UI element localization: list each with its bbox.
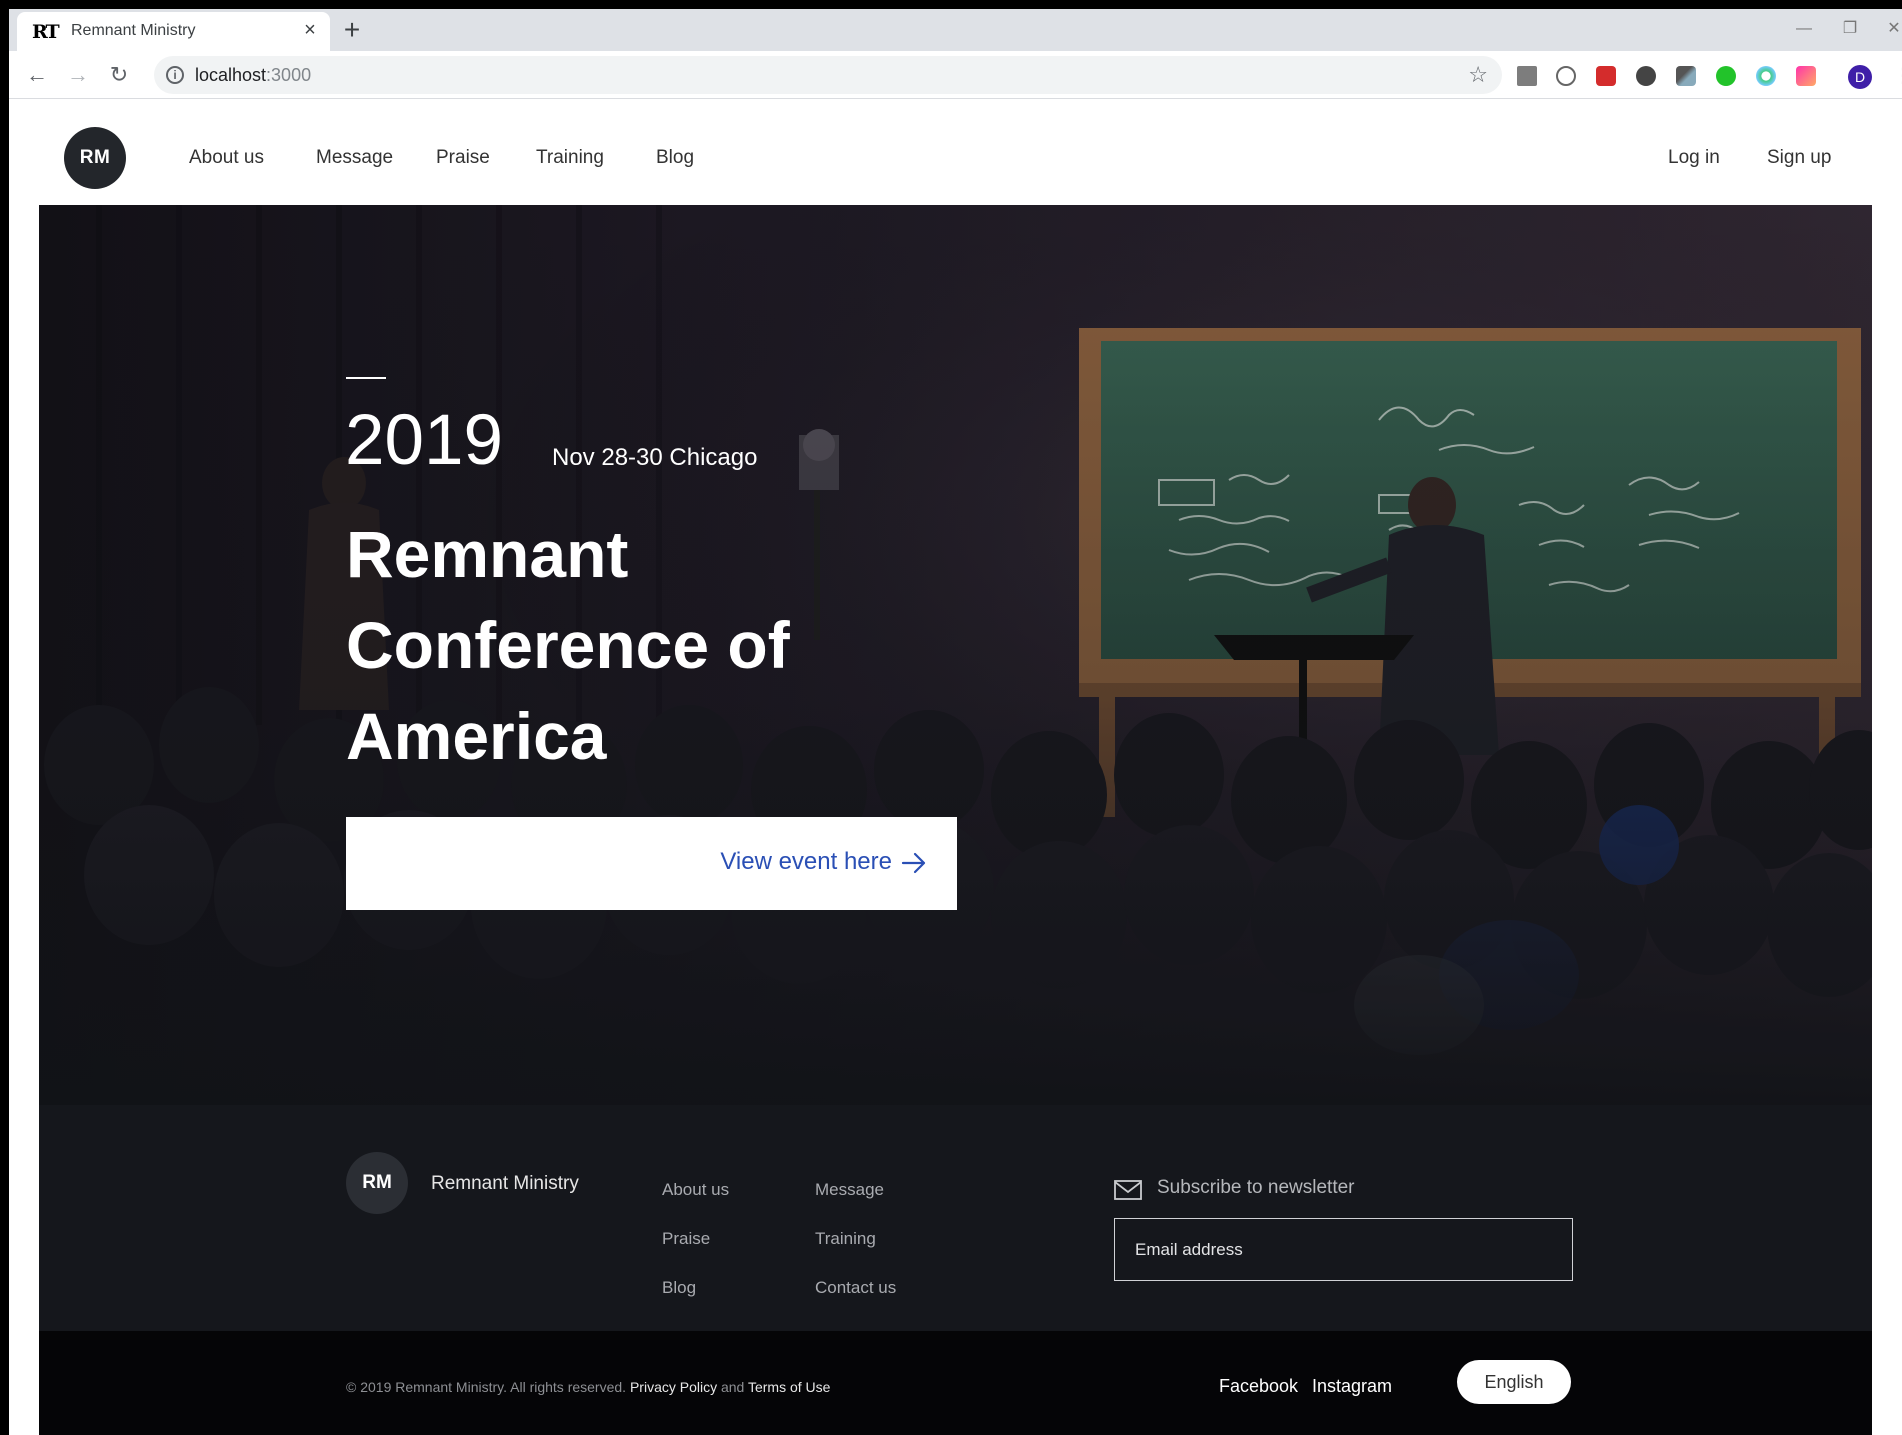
extension-green-icon[interactable] bbox=[1716, 66, 1736, 86]
back-icon[interactable]: ← bbox=[23, 61, 51, 89]
newsletter-title: Subscribe to newsletter bbox=[1157, 1177, 1355, 1198]
signup-link[interactable]: Sign up bbox=[1767, 147, 1831, 169]
terms-of-use-link[interactable]: Terms of Use bbox=[748, 1379, 830, 1395]
profile-avatar[interactable]: D bbox=[1848, 65, 1872, 89]
footer-link-praise[interactable]: Praise bbox=[662, 1229, 710, 1249]
browser-tab[interactable]: RT Remnant Ministry × bbox=[17, 12, 330, 51]
url-port: :3000 bbox=[266, 65, 312, 85]
nav-about-us[interactable]: About us bbox=[189, 147, 264, 169]
nav-blog[interactable]: Blog bbox=[656, 147, 694, 169]
extension-circle-icon[interactable] bbox=[1636, 66, 1656, 86]
extension-ring-icon[interactable] bbox=[1756, 66, 1776, 86]
footer-link-about-us[interactable]: About us bbox=[662, 1180, 729, 1200]
footer-link-blog[interactable]: Blog bbox=[662, 1278, 696, 1298]
hero-date-location: Nov 28-30 Chicago bbox=[552, 444, 758, 471]
nav-training[interactable]: Training bbox=[536, 147, 604, 169]
newsletter-email-input[interactable] bbox=[1114, 1218, 1573, 1281]
footer-logo[interactable]: RM bbox=[346, 1152, 408, 1214]
tab-bar: RT Remnant Ministry × + — ❐ ✕ bbox=[9, 9, 1902, 51]
nav-praise[interactable]: Praise bbox=[436, 147, 490, 169]
forward-icon[interactable]: → bbox=[64, 61, 92, 89]
close-tab-icon[interactable]: × bbox=[300, 20, 320, 40]
restore-icon[interactable]: ❐ bbox=[1838, 17, 1862, 41]
hero-title: Remnant Conference of America bbox=[346, 517, 790, 773]
mail-icon bbox=[1114, 1180, 1142, 1200]
site-favicon-icon: RT bbox=[32, 21, 60, 43]
browser-toolbar: ← → ↻ i localhost:3000 ☆ D ⋮ bbox=[9, 51, 1902, 99]
tab-title: Remnant Ministry bbox=[71, 22, 196, 39]
view-event-button[interactable]: View event here bbox=[346, 817, 957, 910]
extension-red-icon[interactable] bbox=[1596, 66, 1616, 86]
bookmark-star-icon[interactable]: ☆ bbox=[1468, 62, 1488, 88]
hero-accent-line bbox=[346, 377, 386, 379]
hero-section: 2019 Nov 28-30 Chicago Remnant Conferenc… bbox=[39, 205, 1872, 1105]
extension-gradient-icon[interactable] bbox=[1796, 66, 1816, 86]
footer-link-training[interactable]: Training bbox=[815, 1229, 876, 1249]
reload-icon[interactable]: ↻ bbox=[105, 61, 133, 89]
new-tab-button[interactable]: + bbox=[339, 16, 365, 44]
facebook-link[interactable]: Facebook bbox=[1219, 1376, 1298, 1397]
sub-footer: © 2019 Remnant Ministry. All rights rese… bbox=[39, 1331, 1872, 1435]
arrow-right-icon bbox=[901, 852, 926, 874]
site-header: RM About us Message Praise Training Blog… bbox=[9, 100, 1902, 205]
site-logo[interactable]: RM bbox=[64, 127, 126, 189]
footer-link-contact-us[interactable]: Contact us bbox=[815, 1278, 896, 1298]
copyright-text: © 2019 Remnant Ministry. All rights rese… bbox=[346, 1379, 830, 1395]
minimize-icon[interactable]: — bbox=[1792, 17, 1816, 41]
privacy-policy-link[interactable]: Privacy Policy bbox=[630, 1379, 717, 1395]
hero-year: 2019 bbox=[345, 401, 503, 480]
footer-brand-name: Remnant Ministry bbox=[431, 1173, 579, 1194]
extension-eyedropper-icon[interactable] bbox=[1676, 66, 1696, 86]
view-event-label: View event here bbox=[720, 848, 892, 875]
language-selector-button[interactable]: English bbox=[1457, 1360, 1571, 1404]
extension-h-icon[interactable] bbox=[1556, 66, 1576, 86]
copyright-notice: © 2019 Remnant Ministry. All rights rese… bbox=[346, 1379, 627, 1395]
nav-message[interactable]: Message bbox=[316, 147, 393, 169]
hero-content: 2019 Nov 28-30 Chicago Remnant Conferenc… bbox=[39, 205, 1872, 1105]
url-host: localhost bbox=[195, 65, 267, 85]
extension-es-icon[interactable] bbox=[1517, 66, 1537, 86]
browser-menu-icon[interactable]: ⋮ bbox=[1893, 63, 1902, 88]
instagram-link[interactable]: Instagram bbox=[1312, 1376, 1392, 1397]
copyright-and: and bbox=[720, 1379, 745, 1395]
close-window-icon[interactable]: ✕ bbox=[1882, 17, 1902, 41]
web-page: RM About us Message Praise Training Blog… bbox=[9, 100, 1902, 1435]
address-bar[interactable]: i localhost:3000 ☆ bbox=[154, 56, 1502, 94]
url-text[interactable]: localhost:3000 bbox=[195, 65, 311, 86]
browser-chrome: RT Remnant Ministry × + — ❐ ✕ ← → ↻ i lo… bbox=[9, 9, 1902, 1435]
site-footer: RM Remnant Ministry About us Message Pra… bbox=[39, 1105, 1872, 1331]
site-info-icon[interactable]: i bbox=[166, 66, 184, 84]
login-link[interactable]: Log in bbox=[1668, 147, 1720, 169]
footer-link-message[interactable]: Message bbox=[815, 1180, 884, 1200]
browser-window: RT Remnant Ministry × + — ❐ ✕ ← → ↻ i lo… bbox=[0, 0, 1902, 1435]
